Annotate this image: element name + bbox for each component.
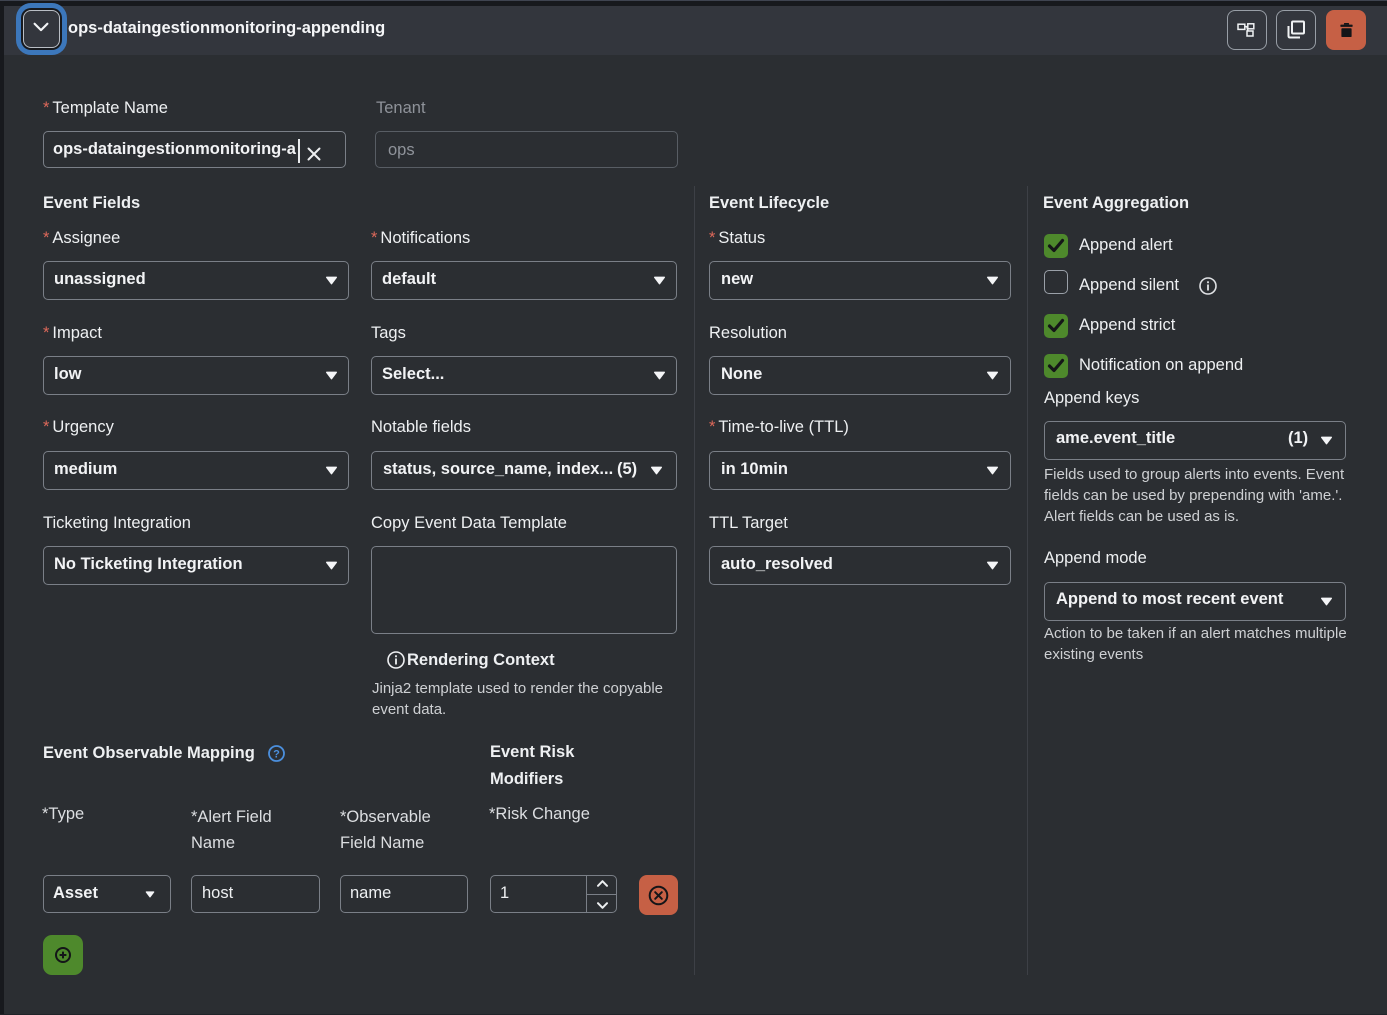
svg-text:?: ? bbox=[273, 749, 280, 761]
